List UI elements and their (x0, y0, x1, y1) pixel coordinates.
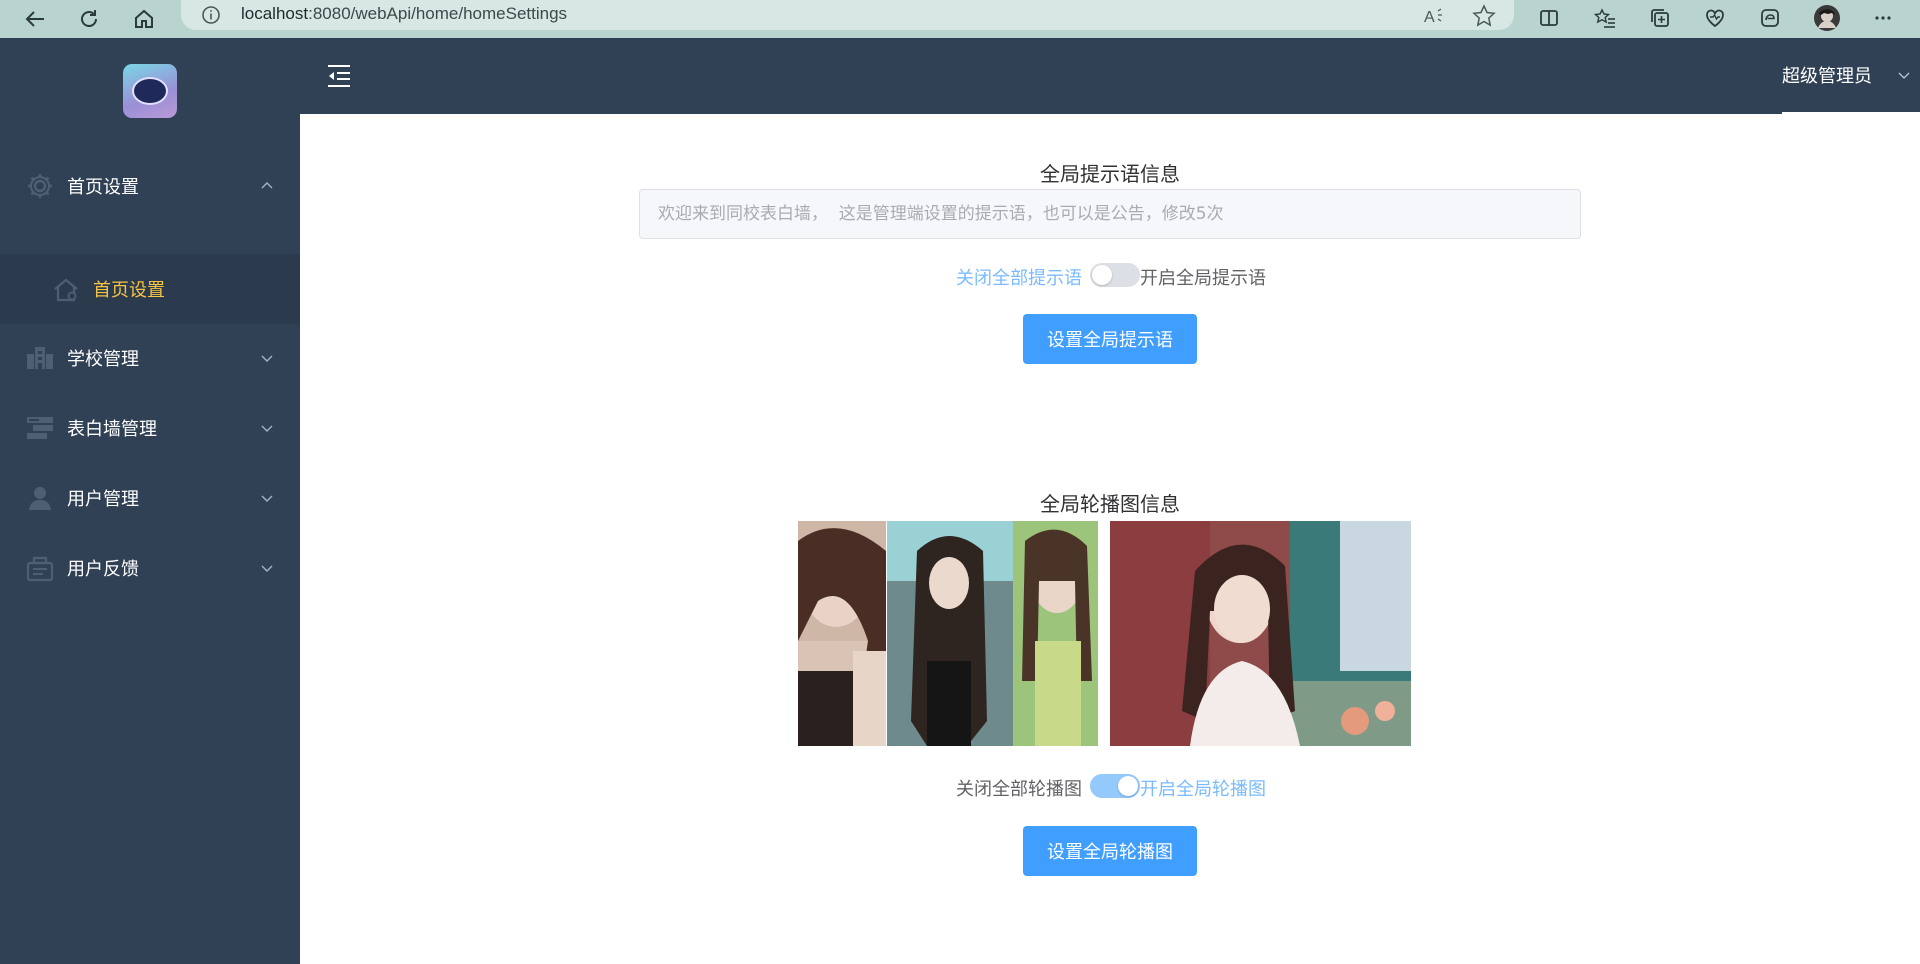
notice-section-title: 全局提示语信息 (1040, 162, 1180, 186)
user-dropdown[interactable]: 超级管理员 (1782, 38, 1920, 114)
edge-icon[interactable] (1755, 3, 1785, 33)
chevron-down-icon (261, 425, 273, 432)
svg-text:A: A (1424, 9, 1435, 26)
home-browser-icon[interactable] (128, 3, 160, 35)
sidebar-item-label: 用户反馈 (67, 559, 139, 580)
sidebar-item-school[interactable]: 学校管理 (0, 330, 300, 386)
chevron-down-icon (261, 355, 273, 362)
chevron-down-icon (1898, 72, 1910, 79)
sidebar: 首页设置 首页设置 学校管理 表白墙管理 用户管理 用户反馈 (0, 38, 300, 964)
carousel-switch-off-label[interactable]: 关闭全部轮播图 (956, 775, 1082, 801)
carousel-photo-3[interactable] (1110, 521, 1411, 746)
sidebar-item-label: 用户管理 (67, 489, 139, 510)
building-icon (27, 347, 53, 369)
top-header: 超级管理员 (300, 38, 1920, 114)
carousel-photo-1[interactable] (798, 521, 886, 746)
browser-toolbar: localhost:8080/webApi/home/homeSettings … (0, 0, 1920, 38)
more-options-icon[interactable] (1868, 3, 1898, 33)
wall-icon (27, 417, 53, 439)
set-notice-button[interactable]: 设置全局提示语 (1023, 314, 1197, 364)
notice-toggle-switch[interactable] (1090, 263, 1140, 287)
sidebar-item-label: 表白墙管理 (67, 419, 157, 440)
info-icon[interactable] (201, 5, 221, 25)
split-screen-icon[interactable] (1534, 3, 1564, 33)
url-text: localhost:8080/webApi/home/homeSettings (241, 4, 568, 23)
logo-emblem (132, 77, 168, 105)
carousel-preview (798, 521, 1411, 746)
collapse-sidebar-icon[interactable] (326, 62, 352, 90)
carousel-switch-on-label[interactable]: 开启全局轮播图 (1140, 775, 1266, 801)
sidebar-item-label: 首页设置 (67, 177, 139, 198)
set-carousel-button[interactable]: 设置全局轮播图 (1023, 826, 1197, 876)
chevron-down-icon (261, 495, 273, 502)
switch-knob (1118, 776, 1138, 796)
sidebar-item-feedback[interactable]: 用户反馈 (0, 540, 300, 596)
app-logo[interactable] (123, 64, 177, 118)
sidebar-subitem-label: 首页设置 (93, 280, 165, 301)
notice-switch-on-label[interactable]: 开启全局提示语 (1140, 264, 1266, 290)
read-aloud-icon[interactable]: A (1421, 3, 1447, 29)
sidebar-item-users[interactable]: 用户管理 (0, 470, 300, 526)
chevron-down-icon (261, 565, 273, 572)
carousel-photo-2[interactable] (887, 521, 1098, 746)
switch-knob (1092, 265, 1112, 285)
favorite-star-icon[interactable] (1471, 3, 1497, 29)
back-arrow-icon[interactable] (19, 3, 51, 35)
chevron-up-icon (261, 182, 273, 189)
refresh-icon[interactable] (73, 3, 105, 35)
profile-avatar-icon[interactable] (1812, 3, 1842, 33)
sidebar-subitem-home-settings[interactable]: 首页设置 (0, 254, 300, 324)
carousel-switch-row: 关闭全部轮播图 开启全局轮播图 (910, 773, 1310, 801)
sidebar-item-label: 学校管理 (67, 349, 139, 370)
user-icon (29, 487, 51, 510)
notice-switch-off-label[interactable]: 关闭全部提示语 (956, 264, 1082, 290)
user-name: 超级管理员 (1782, 66, 1872, 87)
favorites-list-icon[interactable] (1590, 3, 1620, 33)
carousel-section-title: 全局轮播图信息 (1040, 492, 1180, 516)
address-bar[interactable]: localhost:8080/webApi/home/homeSettings … (181, 0, 1514, 30)
browser-essentials-icon[interactable] (1700, 3, 1730, 33)
notice-switch-row: 关闭全部提示语 开启全局提示语 (910, 262, 1310, 290)
sidebar-item-home-settings[interactable]: 首页设置 (0, 158, 300, 214)
carousel-toggle-switch[interactable] (1090, 774, 1140, 798)
feedback-icon (26, 556, 54, 582)
sidebar-item-confession-wall[interactable]: 表白墙管理 (0, 400, 300, 456)
collections-icon[interactable] (1645, 3, 1675, 33)
gear-icon (28, 174, 52, 198)
main-content: 全局提示语信息 关闭全部提示语 开启全局提示语 设置全局提示语 全局轮播图信息 … (300, 114, 1920, 964)
notice-input[interactable] (639, 189, 1581, 239)
home-icon (54, 278, 78, 302)
